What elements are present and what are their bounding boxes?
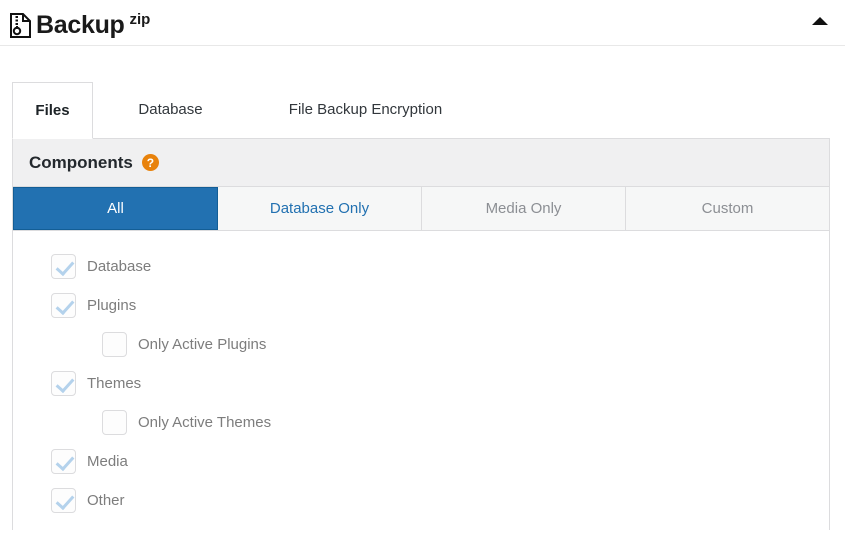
checkbox-only-active-themes[interactable] xyxy=(102,410,127,435)
components-panel: Components ? All Database Only Media Onl… xyxy=(12,138,830,530)
collapse-panel-button[interactable] xyxy=(809,12,831,30)
list-item[interactable]: Other xyxy=(13,481,829,520)
checkbox-database[interactable] xyxy=(51,254,76,279)
checkbox-only-active-themes-label: Only Active Themes xyxy=(138,414,272,431)
brand-superscript: zip xyxy=(129,10,151,28)
preset-button-database-only-label: Database Only xyxy=(269,200,370,217)
tab-database-label: Database xyxy=(138,101,203,118)
preset-button-database-only[interactable]: Database Only xyxy=(218,187,422,230)
components-panel-header: Components ? xyxy=(13,139,829,187)
preset-button-media-only[interactable]: Media Only xyxy=(422,187,626,230)
triangle-up-icon xyxy=(812,17,828,25)
preset-button-custom[interactable]: Custom xyxy=(626,187,829,230)
zip-file-icon xyxy=(10,12,31,38)
tab-files-label: Files xyxy=(35,102,70,119)
list-item[interactable]: Media xyxy=(13,442,829,481)
checkbox-other[interactable] xyxy=(51,488,76,513)
checkbox-plugins-label: Plugins xyxy=(87,297,137,314)
checkbox-themes[interactable] xyxy=(51,371,76,396)
tab-file-backup-encryption-label: File Backup Encryption xyxy=(288,101,443,118)
brand-name: Backup xyxy=(36,10,125,39)
checkbox-other-label: Other xyxy=(87,492,125,509)
checkbox-only-active-plugins[interactable] xyxy=(102,332,127,357)
app-header: Backup zip xyxy=(0,0,845,46)
component-preset-group: All Database Only Media Only Custom xyxy=(13,187,829,231)
list-item[interactable]: Only Active Themes xyxy=(13,403,829,442)
checkbox-media[interactable] xyxy=(51,449,76,474)
preset-button-custom-label: Custom xyxy=(701,200,754,217)
list-item[interactable]: Only Active Plugins xyxy=(13,325,829,364)
components-checklist: Database Plugins Only Active Plugins The… xyxy=(13,231,829,520)
list-item[interactable]: Database xyxy=(13,247,829,286)
tab-database[interactable]: Database xyxy=(93,81,248,138)
question-mark-icon[interactable]: ? xyxy=(141,154,159,171)
panel-title: Components xyxy=(29,152,133,172)
checkbox-themes-label: Themes xyxy=(87,375,142,392)
tab-file-backup-encryption[interactable]: File Backup Encryption xyxy=(248,81,483,138)
preset-button-media-only-label: Media Only xyxy=(485,200,562,217)
checkbox-plugins[interactable] xyxy=(51,293,76,318)
checkbox-database-label: Database xyxy=(87,258,152,275)
tab-bar: Files Database File Backup Encryption xyxy=(0,81,845,139)
checkbox-only-active-plugins-label: Only Active Plugins xyxy=(138,336,267,353)
list-item[interactable]: Themes xyxy=(13,364,829,403)
preset-button-all[interactable]: All xyxy=(13,187,218,230)
tab-files[interactable]: Files xyxy=(12,82,93,139)
list-item[interactable]: Plugins xyxy=(13,286,829,325)
checkbox-media-label: Media xyxy=(87,453,128,470)
preset-button-all-label: All xyxy=(107,200,124,217)
brand: Backup zip xyxy=(10,8,150,38)
